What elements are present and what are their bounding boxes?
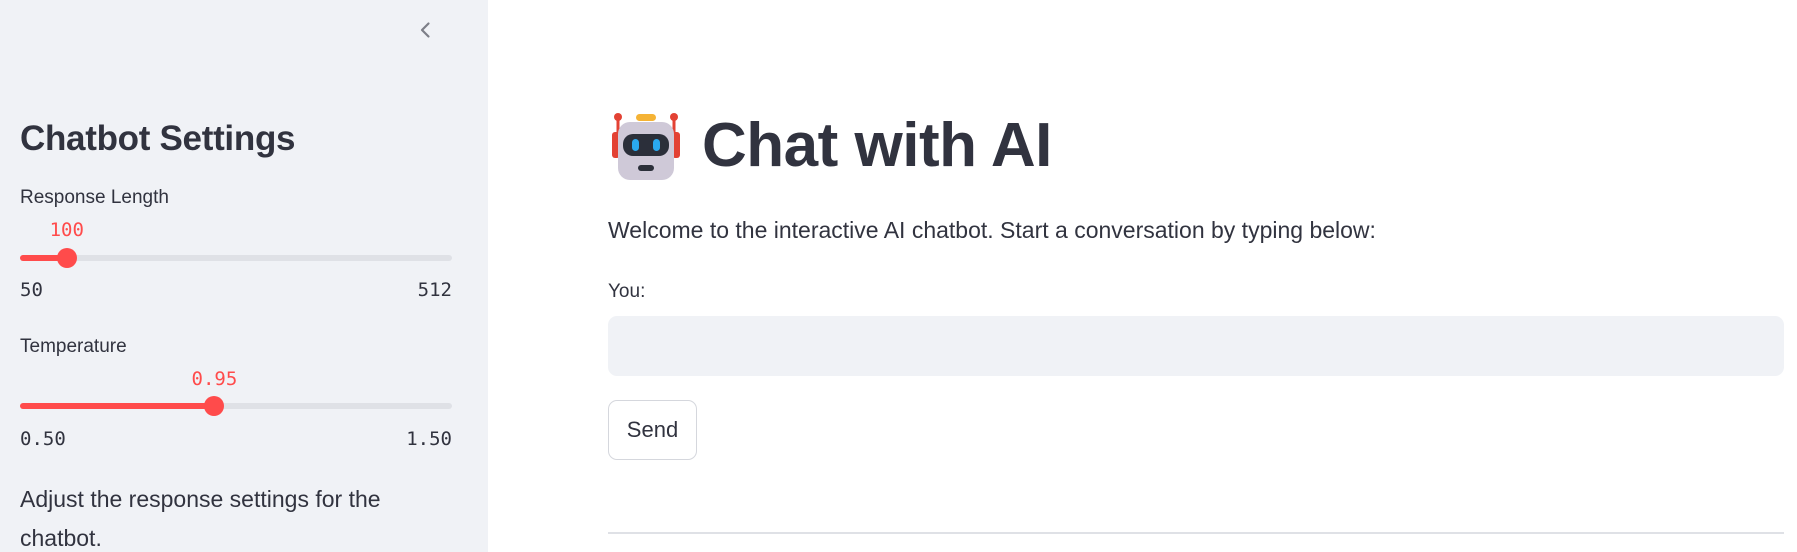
slider-track[interactable] — [20, 396, 452, 416]
slider-min-label: 0.50 — [20, 428, 66, 450]
slider-thumb[interactable] — [204, 396, 225, 416]
slider-max-label: 512 — [417, 279, 452, 301]
chevron-left-icon — [420, 22, 430, 38]
slider-fill — [20, 403, 215, 409]
slider-current-value: 0.95 — [191, 368, 238, 390]
app: Chatbot Settings Response Length 100 50 … — [0, 0, 1797, 552]
title-row: Chat with AI — [608, 108, 1052, 184]
welcome-text: Welcome to the interactive AI chatbot. S… — [608, 217, 1376, 243]
slider-current-value: 100 — [49, 219, 84, 241]
slider-thumb[interactable] — [56, 248, 77, 268]
slider-max-label: 1.50 — [406, 428, 452, 450]
sidebar-note: Adjust the response settings for the cha… — [20, 486, 381, 551]
sidebar: Chatbot Settings Response Length 100 50 … — [0, 0, 488, 552]
chat-input[interactable] — [608, 316, 1784, 376]
slider-label: Response Length — [20, 187, 169, 208]
page-title: Chat with AI — [702, 111, 1052, 180]
sidebar-title: Chatbot Settings — [20, 119, 296, 158]
send-button[interactable]: Send — [608, 400, 697, 460]
chat-input-label: You: — [608, 281, 646, 302]
slider-track[interactable] — [20, 248, 452, 268]
collapse-sidebar-button[interactable] — [404, 8, 448, 52]
slider-min-label: 50 — [20, 279, 43, 301]
robot-icon — [612, 113, 680, 180]
divider — [608, 532, 1784, 534]
slider-label: Temperature — [20, 336, 127, 357]
main-content: Chat with AI Welcome to the interactive … — [488, 0, 1797, 552]
